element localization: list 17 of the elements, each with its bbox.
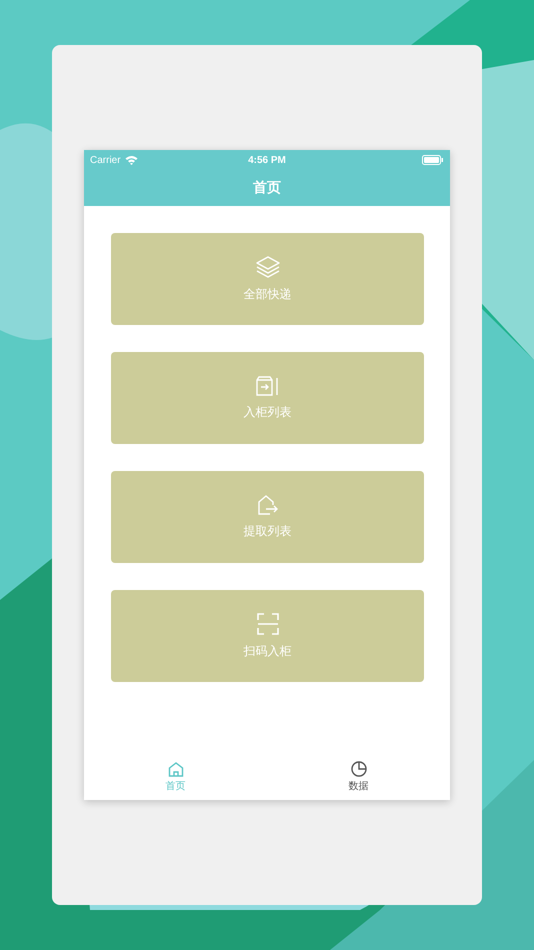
wifi-icon xyxy=(124,155,138,165)
home-icon xyxy=(168,762,184,776)
carrier-label: Carrier xyxy=(90,154,121,166)
layers-icon xyxy=(256,256,280,278)
menu-tile[interactable]: 扫码入柜 xyxy=(111,590,424,682)
tab-item[interactable]: 数据 xyxy=(267,754,450,800)
pie-chart-icon xyxy=(350,761,366,777)
tab-item[interactable]: 首页 xyxy=(84,754,267,800)
nav-title: 首页 xyxy=(253,179,281,197)
menu-tile[interactable]: 提取列表 xyxy=(111,471,424,563)
house-arrow-icon xyxy=(256,494,278,514)
menu-tile[interactable]: 全部快递 xyxy=(111,233,424,325)
menu-tile[interactable]: 入柜列表 xyxy=(111,352,424,444)
box-arrow-icon xyxy=(256,376,280,396)
scan-icon xyxy=(256,612,278,634)
battery-icon xyxy=(422,155,444,165)
time-label: 4:56 PM xyxy=(248,154,286,166)
